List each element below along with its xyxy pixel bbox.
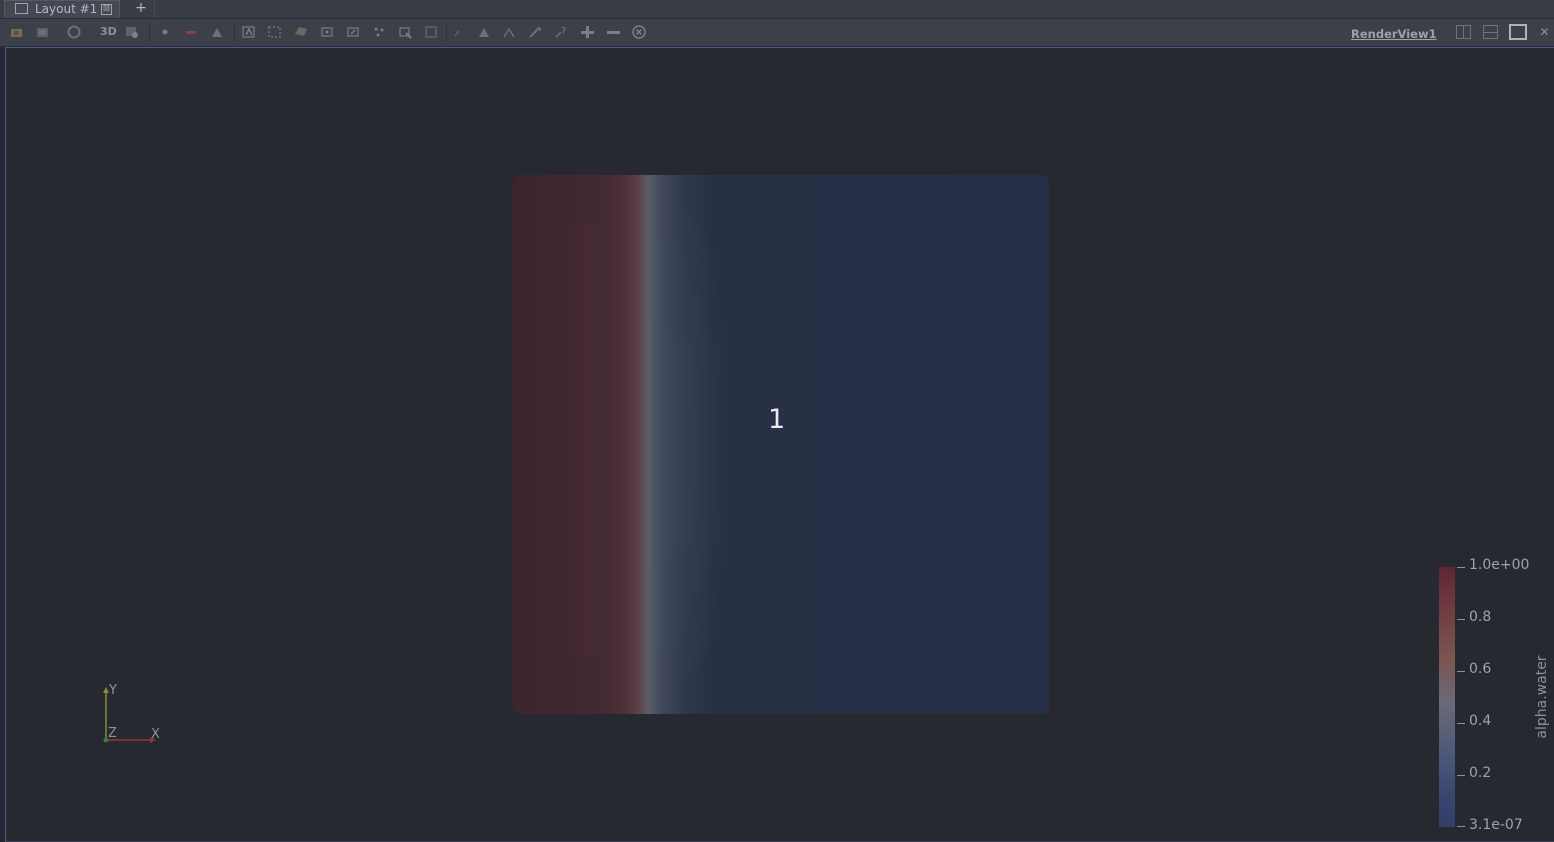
- color-legend-label-min: 3.1e-07: [1469, 817, 1523, 833]
- split-horizontal-icon[interactable]: [1456, 25, 1471, 39]
- clear-selection-icon[interactable]: [631, 24, 647, 40]
- select-points-frustum-icon[interactable]: [267, 24, 283, 40]
- rendered-mesh-alpha-water[interactable]: [512, 175, 1049, 714]
- interaction-mode-icon[interactable]: [157, 24, 173, 40]
- mesh-shading: [567, 225, 607, 655]
- color-legend-tick: [1457, 775, 1465, 776]
- color-legend-tick: [1457, 567, 1465, 568]
- color-legend-tick: [1457, 619, 1465, 620]
- close-tab-icon[interactable]: ⊠: [101, 4, 112, 15]
- color-legend-label: 0.2: [1469, 765, 1492, 781]
- hover-cells-icon[interactable]: [397, 24, 413, 40]
- interactive-select-cells-icon[interactable]: [345, 24, 361, 40]
- toolbar-separator: [234, 24, 235, 41]
- zoom-to-box-icon[interactable]: [66, 24, 82, 40]
- color-legend-label-max: 1.0e+00: [1469, 557, 1530, 573]
- axis-z-label: Z: [108, 726, 117, 741]
- mesh-interface-shading: [652, 175, 772, 714]
- split-vertical-icon[interactable]: [1483, 25, 1498, 39]
- color-legend-title: alpha.water: [1534, 655, 1550, 739]
- select-cells-frustum-icon[interactable]: [241, 24, 257, 40]
- axis-y-label: Y: [109, 683, 117, 698]
- render-view-title[interactable]: RenderView1: [1351, 27, 1437, 41]
- color-legend-label: 0.6: [1469, 661, 1492, 677]
- block-id-label: 1: [768, 404, 786, 435]
- plus-icon[interactable]: [579, 24, 595, 40]
- query-icon[interactable]: ?: [553, 24, 569, 40]
- orientation-axes: Y Z X: [96, 683, 176, 747]
- close-view-icon[interactable]: ✕: [1537, 25, 1552, 39]
- axis-x-label: X: [151, 727, 160, 742]
- shrink-selection-icon[interactable]: [501, 24, 517, 40]
- select-points-on-icon[interactable]: [209, 24, 225, 40]
- svg-text:?: ?: [561, 26, 566, 37]
- capture-screenshot-icon[interactable]: [124, 24, 140, 40]
- toolbar-separator: [149, 24, 150, 41]
- select-cells-on-icon[interactable]: [183, 24, 199, 40]
- reset-camera-icon[interactable]: [9, 24, 25, 40]
- zoom-to-data-icon[interactable]: [35, 24, 51, 40]
- render-view-toolbar: 3D ? RenderView1 ✕: [0, 19, 1554, 47]
- color-legend-label: 0.8: [1469, 609, 1492, 625]
- color-legend-bar[interactable]: [1439, 567, 1455, 827]
- color-legend-tick: [1457, 826, 1465, 827]
- hover-points-icon[interactable]: [423, 24, 439, 40]
- color-legend-tick: [1457, 671, 1465, 672]
- layout-tab-bar: Layout #1 ⊠ +: [0, 0, 1554, 19]
- tab-layout-1[interactable]: Layout #1 ⊠: [4, 0, 120, 18]
- select-block-icon[interactable]: [451, 24, 467, 40]
- maximize-icon[interactable]: [1509, 24, 1527, 40]
- color-legend-tick: [1457, 723, 1465, 724]
- toolbar-separator: [446, 24, 447, 41]
- select-polygon-cells-icon[interactable]: [293, 24, 309, 40]
- interactive-select-points-icon[interactable]: [371, 24, 387, 40]
- tab-label: Layout #1: [35, 2, 98, 16]
- select-polygon-points-icon[interactable]: [319, 24, 335, 40]
- toggle-3d-button[interactable]: 3D: [100, 25, 117, 38]
- ruler-icon[interactable]: [527, 24, 543, 40]
- minus-icon[interactable]: [605, 24, 621, 40]
- add-layout-tab-button[interactable]: +: [128, 0, 155, 18]
- layout-window-icon: [15, 3, 28, 14]
- grow-selection-icon[interactable]: [476, 24, 492, 40]
- color-legend-label: 0.4: [1469, 713, 1492, 729]
